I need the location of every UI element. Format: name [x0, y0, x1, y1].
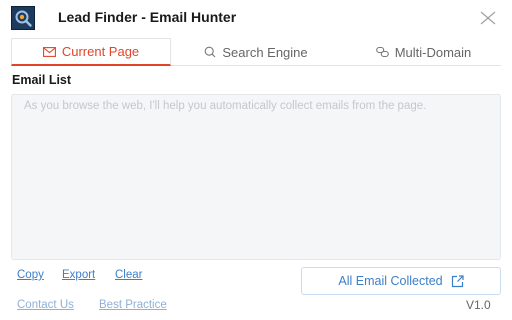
version-label: V1.0: [466, 298, 491, 312]
export-link[interactable]: Export: [62, 269, 95, 281]
best-practice-link[interactable]: Best Practice: [99, 299, 167, 311]
clear-link[interactable]: Clear: [115, 269, 142, 281]
tab-current-page[interactable]: Current Page: [11, 38, 171, 66]
search-icon: [204, 46, 216, 58]
all-email-collected-button[interactable]: All Email Collected: [301, 267, 501, 295]
email-hunter-popup: Lead Finder - Email Hunter Current Page: [0, 0, 512, 320]
email-list-textarea[interactable]: [11, 94, 501, 260]
tab-search-engine[interactable]: Search Engine: [181, 38, 331, 66]
mail-icon: [42, 46, 56, 57]
copy-link[interactable]: Copy: [17, 269, 44, 281]
tab-label: Search Engine: [222, 44, 308, 60]
app-title: Lead Finder - Email Hunter: [58, 9, 237, 25]
link-icon: [375, 46, 389, 58]
tab-bar: Current Page Search Engine Multi-Domain: [11, 38, 501, 66]
email-list-label: Email List: [12, 73, 72, 87]
tab-label: Multi-Domain: [394, 44, 472, 60]
contact-us-link[interactable]: Contact Us: [17, 299, 74, 311]
header: Lead Finder - Email Hunter: [0, 0, 512, 36]
tab-label: Current Page: [61, 44, 140, 59]
all-email-collected-label: All Email Collected: [338, 274, 443, 288]
magnifier-gear-logo-icon: [11, 6, 35, 30]
tab-multi-domain[interactable]: Multi-Domain: [346, 38, 501, 66]
external-link-icon: [451, 274, 464, 288]
close-icon[interactable]: [479, 8, 497, 26]
